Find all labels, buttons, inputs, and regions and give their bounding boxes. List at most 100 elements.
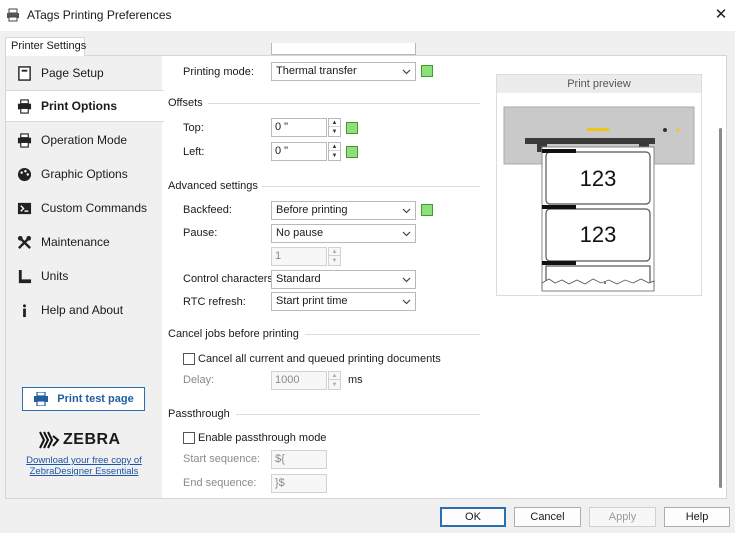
passthrough-checkbox[interactable] [183,432,195,444]
spin-up-icon[interactable]: ▲ [329,143,340,151]
print-test-page-label: Print test page [57,393,134,405]
ruler-icon [16,268,32,284]
pause-value: No pause [276,227,324,239]
status-indicator [346,122,358,134]
pause-count-spinner: ▲ ▼ [328,247,341,266]
cancel-jobs-checkbox[interactable] [183,353,195,365]
print-test-page-button[interactable]: Print test page [22,387,145,411]
printer-app-icon [6,8,20,22]
section-divider [305,334,480,335]
top-offset-spinner[interactable]: ▲ ▼ [328,118,341,137]
left-offset-spinner[interactable]: ▲ ▼ [328,142,341,161]
pause-count-input: 1 [271,247,327,266]
printer-icon [16,132,32,148]
sidebar-item-label: Print Options [41,99,117,113]
sidebar-item-label: Page Setup [41,66,104,80]
sidebar-item-page-setup[interactable]: Page Setup [6,57,162,89]
help-button[interactable]: Help [664,507,730,527]
delay-input: 1000 [271,371,327,390]
section-divider [262,186,480,187]
sidebar-item-units[interactable]: Units [6,260,162,292]
rtc-refresh-value: Start print time [276,295,348,307]
section-divider [208,103,480,104]
spin-down-icon: ▼ [331,258,338,264]
left-offset-label: Left: [183,146,205,158]
sidebar-item-label: Operation Mode [41,133,128,147]
chevron-down-icon [402,277,411,283]
control-characters-select[interactable]: Standard [271,270,416,289]
delay-unit-label: ms [348,374,363,386]
end-sequence-input: }$ [271,474,327,493]
printing-mode-select[interactable]: Thermal transfer [271,62,416,81]
left-offset-input[interactable]: 0 " [271,142,327,161]
spin-up-icon: ▲ [329,372,340,380]
spin-down-icon[interactable]: ▼ [329,128,340,136]
offsets-section-title: Offsets [168,97,203,109]
sidebar-item-label: Custom Commands [41,201,148,215]
sidebar-item-label: Units [41,269,69,283]
control-characters-label: Control characters: [183,273,276,285]
spin-up-icon[interactable]: ▲ [329,119,340,127]
control-characters-value: Standard [276,273,321,285]
printing-mode-value: Thermal transfer [276,65,357,77]
preview-label-text: 123 [580,166,617,191]
chevron-down-icon [402,299,411,305]
clipped-dropdown [271,43,416,55]
passthrough-checkbox-label[interactable]: Enable passthrough mode [198,432,326,444]
start-sequence-input: ${ [271,450,327,469]
sidebar-item-label: Graphic Options [41,167,128,181]
printer-led [587,128,609,131]
status-indicator [421,65,433,77]
download-designer-link[interactable]: Download your free copy of ZebraDesigner… [14,455,154,477]
backfeed-label: Backfeed: [183,204,232,216]
cancel-jobs-checkbox-label[interactable]: Cancel all current and queued printing d… [198,353,441,365]
zebra-logo-text: ZEBRA [63,431,121,448]
sidebar-item-label: Maintenance [41,235,110,249]
backfeed-select[interactable]: Before printing [271,201,416,220]
rtc-refresh-select[interactable]: Start print time [271,292,416,311]
scrollbar-thumb[interactable] [719,128,722,488]
section-divider [236,414,480,415]
printer-icon [16,98,32,114]
start-sequence-label: Start sequence: [183,453,261,465]
ok-button[interactable]: OK [440,507,506,527]
palette-icon [16,166,32,182]
zebra-head-icon [39,431,60,449]
backfeed-value: Before printing [276,204,348,216]
terminal-icon [16,200,32,216]
sidebar-item-custom-commands[interactable]: Custom Commands [6,192,162,224]
printer-icon [34,392,49,406]
sidebar-item-operation-mode[interactable]: Operation Mode [6,124,162,156]
status-indicator [421,204,433,216]
sidebar-item-graphic-options[interactable]: Graphic Options [6,158,162,190]
window-title: ATags Printing Preferences [27,8,172,22]
info-icon [16,302,32,318]
close-button[interactable]: ✕ [708,3,734,27]
delay-label: Delay: [183,374,215,386]
apply-button[interactable]: Apply [589,507,656,527]
rtc-refresh-label: RTC refresh: [183,296,246,308]
pause-label: Pause: [183,227,218,239]
passthrough-section-title: Passthrough [168,408,230,420]
printing-mode-label: Printing mode: [183,66,254,78]
preview-label-text: 123 [580,222,617,247]
status-indicator [346,146,358,158]
cancel-jobs-section-title: Cancel jobs before printing [168,328,299,340]
advanced-section-title: Advanced settings [168,180,258,192]
print-preview-graphic: 123 123 [503,106,695,292]
sidebar-item-print-options[interactable]: Print Options [6,90,164,122]
sidebar-item-help-and-about[interactable]: Help and About [6,294,162,326]
page-setup-icon [16,65,32,81]
pause-select[interactable]: No pause [271,224,416,243]
spin-down-icon[interactable]: ▼ [329,152,340,160]
tab-printer-settings[interactable]: Printer Settings [5,37,86,56]
end-sequence-label: End sequence: [183,477,257,489]
top-offset-input[interactable]: 0 " [271,118,327,137]
spin-up-icon: ▲ [329,248,340,256]
chevron-down-icon [402,208,411,214]
spin-down-icon: ▼ [331,382,338,388]
chevron-down-icon [402,231,411,237]
cancel-button[interactable]: Cancel [514,507,581,527]
sidebar-item-maintenance[interactable]: Maintenance [6,226,162,258]
tools-icon [16,234,32,250]
